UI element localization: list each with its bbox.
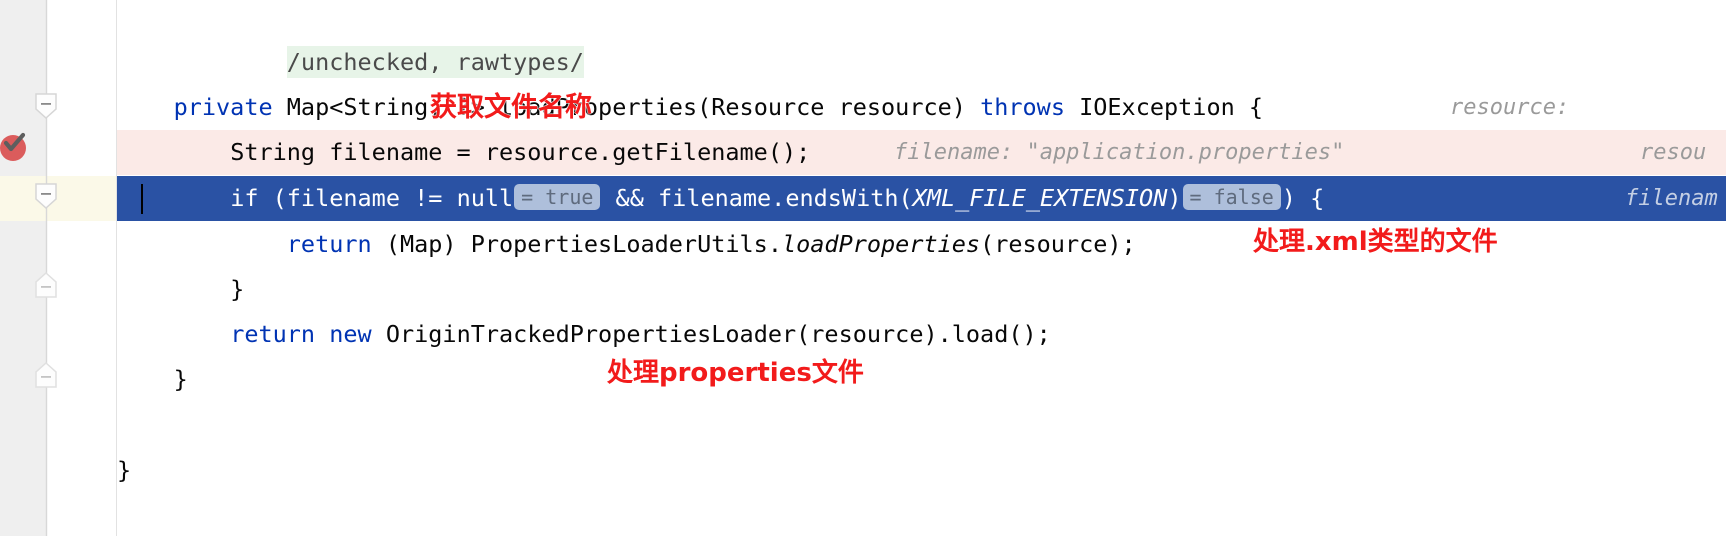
breakpoint-check-icon [3, 132, 26, 152]
code-line-text: private Map<String, ?> loadProperties(Re… [0, 85, 1263, 130]
code-line[interactable]: } [0, 448, 1726, 493]
debugger-inline-hint[interactable]: resource: [1450, 85, 1569, 130]
debugger-inline-hint[interactable]: resou [1640, 130, 1706, 175]
code-token: IOException { [1064, 93, 1264, 121]
code-line-text: return (Map) PropertiesLoaderUtils.loadP… [0, 222, 1136, 267]
annotation-strip-divider [116, 0, 117, 536]
code-token: ) { [1281, 184, 1325, 212]
code-token: (resource); [980, 230, 1136, 258]
code-line[interactable]: /unchecked, rawtypes/ [0, 40, 1726, 85]
code-token: if [230, 184, 259, 212]
code-token: } [117, 365, 188, 393]
code-line[interactable]: return new OriginTrackedPropertiesLoader… [0, 312, 1726, 357]
code-token: && filename.endsWith( [601, 184, 913, 212]
code-token: ( [697, 93, 712, 121]
breakpoint-icon[interactable] [0, 132, 26, 161]
code-line-text: String filename = resource.getFilename()… [0, 130, 810, 175]
code-token: loadProperties [781, 230, 981, 258]
code-line[interactable]: if (filename != null = true && filename.e… [0, 176, 1726, 221]
code-token: } [117, 456, 132, 484]
code-token: return [230, 320, 316, 348]
code-line-text: if (filename != null = true && filename.e… [0, 176, 1324, 221]
annot-properties: 处理properties文件 [607, 358, 864, 388]
fold-marker-end-icon[interactable] [35, 272, 57, 298]
code-token: throws [980, 93, 1065, 121]
code-token: null [456, 184, 514, 212]
code-line[interactable]: } [0, 267, 1726, 312]
annot-xml-file: 处理.xml类型的文件 [1253, 227, 1498, 257]
code-line[interactable]: String filename = resource.getFilename()… [0, 130, 1726, 175]
annot-get-filename: 获取文件名称 [430, 92, 592, 123]
vcs-annotation-strip [47, 0, 116, 536]
code-line-text: return new OriginTrackedPropertiesLoader… [0, 312, 1051, 357]
code-token: /unchecked, rawtypes/ [286, 46, 584, 78]
editor-gutter[interactable] [0, 0, 46, 536]
code-token: return [286, 230, 372, 258]
code-token: private [173, 93, 273, 121]
debugger-inline-hint[interactable]: filename: "application.properties" [894, 130, 1344, 175]
fold-marker-end-icon[interactable] [35, 362, 57, 388]
code-line[interactable]: private Map<String, ?> loadProperties(Re… [0, 85, 1726, 130]
code-token: new [329, 320, 372, 348]
inline-eval-chip-true[interactable]: = true [514, 184, 601, 210]
code-editor[interactable]: /unchecked, rawtypes/ private Map<String… [0, 0, 1726, 536]
fold-rail [45, 0, 48, 536]
fold-marker-collapse-icon[interactable] [35, 183, 57, 209]
code-token: String filename = resource.getFilename()… [230, 138, 811, 166]
inline-eval-chip-false[interactable]: = false [1182, 184, 1281, 210]
code-token: ) [951, 93, 981, 121]
code-token: Resource resource [711, 93, 952, 121]
code-token: ) [1167, 184, 1182, 212]
fold-marker-collapse-icon[interactable] [35, 93, 57, 119]
code-token: OriginTrackedPropertiesLoader(resource).… [371, 320, 1051, 348]
code-token: (Map) PropertiesLoaderUtils. [371, 230, 782, 258]
code-token: } [117, 275, 245, 303]
debugger-inline-hint[interactable]: filenam [1625, 176, 1718, 221]
text-caret [141, 184, 143, 214]
current-execution-line-band [0, 176, 116, 221]
code-token: (filename != [258, 184, 457, 212]
code-token: XML_FILE_EXTENSION [912, 184, 1168, 212]
